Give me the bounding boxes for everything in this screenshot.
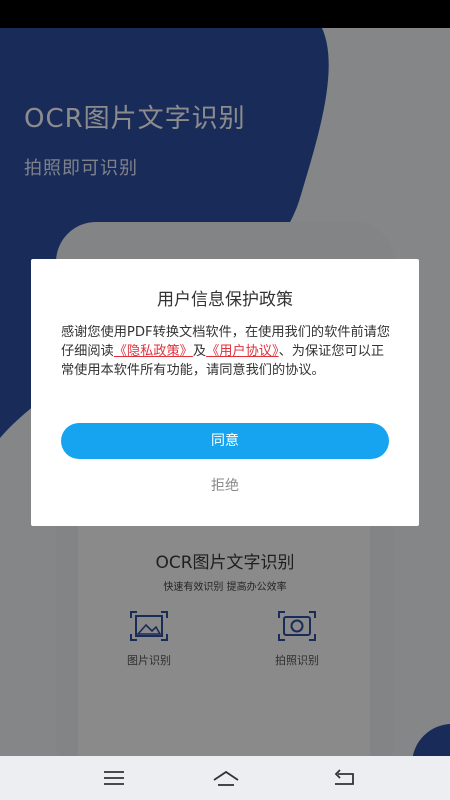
system-nav-bar xyxy=(0,756,450,800)
back-icon[interactable] xyxy=(332,768,356,788)
status-bar xyxy=(0,0,450,28)
dialog-title: 用户信息保护政策 xyxy=(157,290,293,310)
privacy-policy-dialog: 用户信息保护政策 感谢您使用PDF转换文档软件，在使用我们的软件前请您仔细阅读《… xyxy=(31,259,419,526)
privacy-policy-link[interactable]: 《隐私政策》 xyxy=(114,344,193,359)
menu-icon[interactable] xyxy=(102,768,126,788)
agree-button[interactable]: 同意 xyxy=(61,423,389,459)
dialog-body: 感谢您使用PDF转换文档软件，在使用我们的软件前请您仔细阅读《隐私政策》及《用户… xyxy=(61,323,391,380)
dialog-text: 及 xyxy=(192,344,207,359)
user-agreement-link[interactable]: 《用户协议》 xyxy=(206,344,279,359)
reject-button[interactable]: 拒绝 xyxy=(31,475,419,495)
home-icon[interactable] xyxy=(212,768,240,788)
